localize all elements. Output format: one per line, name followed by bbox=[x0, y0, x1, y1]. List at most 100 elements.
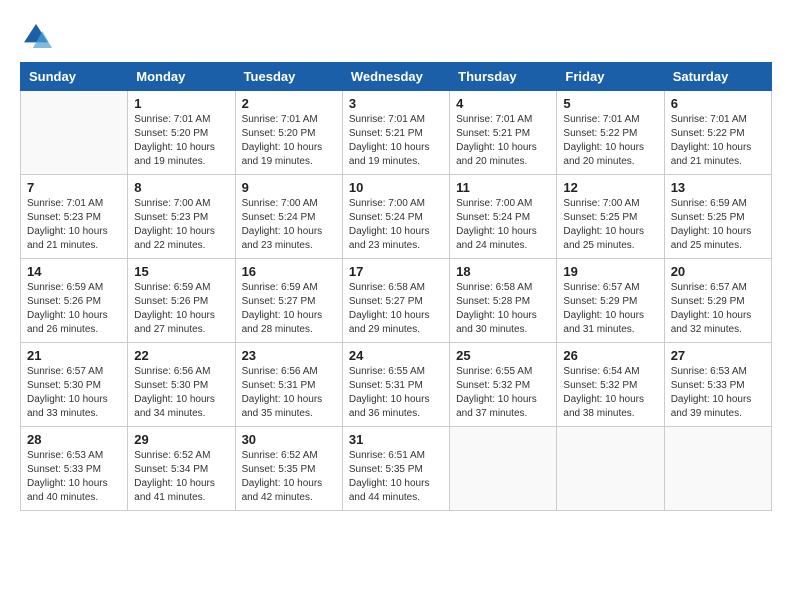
day-info: Sunrise: 7:01 AMSunset: 5:22 PMDaylight:… bbox=[671, 113, 765, 169]
day-info: Sunrise: 6:56 AMSunset: 5:31 PMDaylight:… bbox=[242, 365, 336, 421]
day-number: 7 bbox=[27, 180, 121, 195]
calendar-cell: 10 Sunrise: 7:00 AMSunset: 5:24 PMDayligh… bbox=[342, 175, 449, 259]
day-info: Sunrise: 6:57 AMSunset: 5:29 PMDaylight:… bbox=[563, 281, 657, 337]
day-info: Sunrise: 7:00 AMSunset: 5:23 PMDaylight:… bbox=[134, 197, 228, 253]
day-info: Sunrise: 6:59 AMSunset: 5:26 PMDaylight:… bbox=[134, 281, 228, 337]
calendar-week-4: 21 Sunrise: 6:57 AMSunset: 5:30 PMDayligh… bbox=[21, 343, 772, 427]
day-number: 6 bbox=[671, 96, 765, 111]
day-info: Sunrise: 6:52 AMSunset: 5:34 PMDaylight:… bbox=[134, 449, 228, 505]
day-info: Sunrise: 6:59 AMSunset: 5:27 PMDaylight:… bbox=[242, 281, 336, 337]
day-info: Sunrise: 7:01 AMSunset: 5:21 PMDaylight:… bbox=[456, 113, 550, 169]
calendar-cell: 22 Sunrise: 6:56 AMSunset: 5:30 PMDayligh… bbox=[128, 343, 235, 427]
day-info: Sunrise: 6:52 AMSunset: 5:35 PMDaylight:… bbox=[242, 449, 336, 505]
day-info: Sunrise: 7:00 AMSunset: 5:24 PMDaylight:… bbox=[456, 197, 550, 253]
day-number: 9 bbox=[242, 180, 336, 195]
calendar-cell: 9 Sunrise: 7:00 AMSunset: 5:24 PMDaylight… bbox=[235, 175, 342, 259]
day-info: Sunrise: 6:53 AMSunset: 5:33 PMDaylight:… bbox=[27, 449, 121, 505]
day-number: 25 bbox=[456, 348, 550, 363]
day-number: 5 bbox=[563, 96, 657, 111]
day-number: 26 bbox=[563, 348, 657, 363]
calendar-cell: 29 Sunrise: 6:52 AMSunset: 5:34 PMDayligh… bbox=[128, 427, 235, 511]
calendar-cell: 3Sunrise: 7:01 AMSunset: 5:21 PMDaylight… bbox=[342, 91, 449, 175]
calendar-cell bbox=[21, 91, 128, 175]
day-info: Sunrise: 7:01 AMSunset: 5:20 PMDaylight:… bbox=[134, 113, 228, 169]
day-number: 20 bbox=[671, 264, 765, 279]
calendar-cell: 27Sunrise: 6:53 AMSunset: 5:33 PMDayligh… bbox=[664, 343, 771, 427]
day-number: 8 bbox=[134, 180, 228, 195]
day-number: 4 bbox=[456, 96, 550, 111]
day-number: 18 bbox=[456, 264, 550, 279]
day-number: 27 bbox=[671, 348, 765, 363]
day-info: Sunrise: 7:00 AMSunset: 5:24 PMDaylight:… bbox=[242, 197, 336, 253]
calendar-cell: 8 Sunrise: 7:00 AMSunset: 5:23 PMDaylight… bbox=[128, 175, 235, 259]
calendar-cell: 19 Sunrise: 6:57 AMSunset: 5:29 PMDayligh… bbox=[557, 259, 664, 343]
calendar-cell: 25 Sunrise: 6:55 AMSunset: 5:32 PMDayligh… bbox=[450, 343, 557, 427]
day-number: 22 bbox=[134, 348, 228, 363]
calendar-week-3: 14 Sunrise: 6:59 AMSunset: 5:26 PMDayligh… bbox=[21, 259, 772, 343]
calendar-cell: 16Sunrise: 6:59 AMSunset: 5:27 PMDayligh… bbox=[235, 259, 342, 343]
calendar-cell: 21 Sunrise: 6:57 AMSunset: 5:30 PMDayligh… bbox=[21, 343, 128, 427]
logo bbox=[20, 20, 58, 52]
calendar-cell: 18 Sunrise: 6:58 AMSunset: 5:28 PMDayligh… bbox=[450, 259, 557, 343]
calendar-header-sunday: Sunday bbox=[21, 63, 128, 91]
day-info: Sunrise: 6:55 AMSunset: 5:32 PMDaylight:… bbox=[456, 365, 550, 421]
calendar-header-monday: Monday bbox=[128, 63, 235, 91]
calendar-week-5: 28 Sunrise: 6:53 AMSunset: 5:33 PMDayligh… bbox=[21, 427, 772, 511]
day-info: Sunrise: 6:58 AMSunset: 5:28 PMDaylight:… bbox=[456, 281, 550, 337]
day-info: Sunrise: 7:00 AMSunset: 5:25 PMDaylight:… bbox=[563, 197, 657, 253]
day-number: 31 bbox=[349, 432, 443, 447]
day-number: 23 bbox=[242, 348, 336, 363]
calendar-cell: 26 Sunrise: 6:54 AMSunset: 5:32 PMDayligh… bbox=[557, 343, 664, 427]
day-number: 1 bbox=[134, 96, 228, 111]
calendar-cell: 5Sunrise: 7:01 AMSunset: 5:22 PMDaylight… bbox=[557, 91, 664, 175]
day-info: Sunrise: 7:01 AMSunset: 5:23 PMDaylight:… bbox=[27, 197, 121, 253]
page-header bbox=[20, 20, 772, 52]
calendar-cell: 17Sunrise: 6:58 AMSunset: 5:27 PMDayligh… bbox=[342, 259, 449, 343]
calendar-header-tuesday: Tuesday bbox=[235, 63, 342, 91]
day-info: Sunrise: 6:55 AMSunset: 5:31 PMDaylight:… bbox=[349, 365, 443, 421]
calendar-header-row: SundayMondayTuesdayWednesdayThursdayFrid… bbox=[21, 63, 772, 91]
day-info: Sunrise: 6:54 AMSunset: 5:32 PMDaylight:… bbox=[563, 365, 657, 421]
calendar-header-wednesday: Wednesday bbox=[342, 63, 449, 91]
calendar-week-1: 1 Sunrise: 7:01 AMSunset: 5:20 PMDaylight… bbox=[21, 91, 772, 175]
calendar-cell: 30 Sunrise: 6:52 AMSunset: 5:35 PMDayligh… bbox=[235, 427, 342, 511]
calendar-cell: 31 Sunrise: 6:51 AMSunset: 5:35 PMDayligh… bbox=[342, 427, 449, 511]
calendar-cell: 12Sunrise: 7:00 AMSunset: 5:25 PMDayligh… bbox=[557, 175, 664, 259]
day-info: Sunrise: 7:01 AMSunset: 5:20 PMDaylight:… bbox=[242, 113, 336, 169]
day-number: 21 bbox=[27, 348, 121, 363]
day-number: 2 bbox=[242, 96, 336, 111]
calendar-table: SundayMondayTuesdayWednesdayThursdayFrid… bbox=[20, 62, 772, 511]
day-number: 14 bbox=[27, 264, 121, 279]
calendar-cell bbox=[450, 427, 557, 511]
calendar-cell: 6 Sunrise: 7:01 AMSunset: 5:22 PMDaylight… bbox=[664, 91, 771, 175]
day-number: 19 bbox=[563, 264, 657, 279]
calendar-header-friday: Friday bbox=[557, 63, 664, 91]
day-number: 3 bbox=[349, 96, 443, 111]
day-number: 30 bbox=[242, 432, 336, 447]
day-number: 24 bbox=[349, 348, 443, 363]
day-info: Sunrise: 6:57 AMSunset: 5:29 PMDaylight:… bbox=[671, 281, 765, 337]
calendar-cell: 15 Sunrise: 6:59 AMSunset: 5:26 PMDayligh… bbox=[128, 259, 235, 343]
day-number: 13 bbox=[671, 180, 765, 195]
day-number: 28 bbox=[27, 432, 121, 447]
calendar-cell: 20 Sunrise: 6:57 AMSunset: 5:29 PMDayligh… bbox=[664, 259, 771, 343]
calendar-header-saturday: Saturday bbox=[664, 63, 771, 91]
day-info: Sunrise: 6:57 AMSunset: 5:30 PMDaylight:… bbox=[27, 365, 121, 421]
calendar-cell: 7 Sunrise: 7:01 AMSunset: 5:23 PMDaylight… bbox=[21, 175, 128, 259]
day-info: Sunrise: 7:00 AMSunset: 5:24 PMDaylight:… bbox=[349, 197, 443, 253]
calendar-cell: 2 Sunrise: 7:01 AMSunset: 5:20 PMDaylight… bbox=[235, 91, 342, 175]
day-number: 17 bbox=[349, 264, 443, 279]
calendar-cell: 11 Sunrise: 7:00 AMSunset: 5:24 PMDayligh… bbox=[450, 175, 557, 259]
day-number: 15 bbox=[134, 264, 228, 279]
calendar-week-2: 7 Sunrise: 7:01 AMSunset: 5:23 PMDaylight… bbox=[21, 175, 772, 259]
calendar-cell: 23 Sunrise: 6:56 AMSunset: 5:31 PMDayligh… bbox=[235, 343, 342, 427]
calendar-cell: 24 Sunrise: 6:55 AMSunset: 5:31 PMDayligh… bbox=[342, 343, 449, 427]
day-info: Sunrise: 6:56 AMSunset: 5:30 PMDaylight:… bbox=[134, 365, 228, 421]
calendar-cell: 28 Sunrise: 6:53 AMSunset: 5:33 PMDayligh… bbox=[21, 427, 128, 511]
day-info: Sunrise: 6:51 AMSunset: 5:35 PMDaylight:… bbox=[349, 449, 443, 505]
calendar-header-thursday: Thursday bbox=[450, 63, 557, 91]
day-number: 11 bbox=[456, 180, 550, 195]
calendar-cell bbox=[557, 427, 664, 511]
day-number: 29 bbox=[134, 432, 228, 447]
day-number: 10 bbox=[349, 180, 443, 195]
